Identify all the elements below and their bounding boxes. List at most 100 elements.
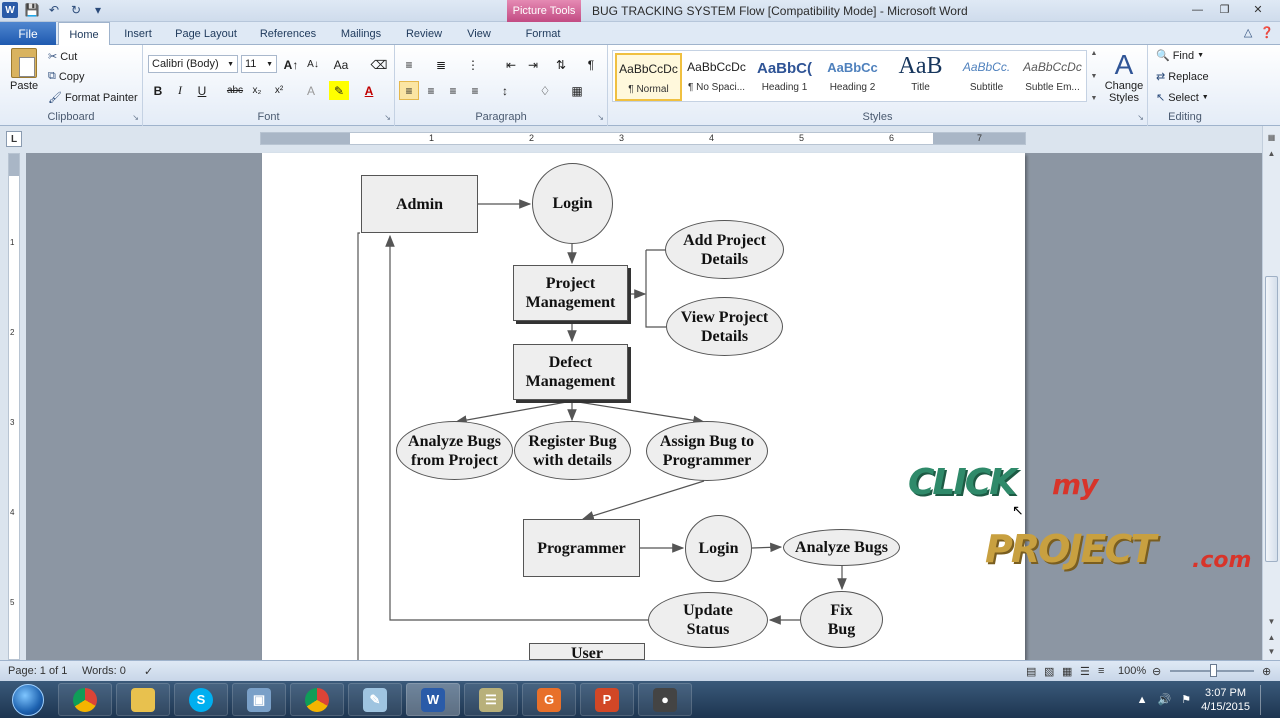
- taskbar-chrome[interactable]: [58, 683, 112, 716]
- node-add-project-details[interactable]: Add Project Details: [665, 220, 784, 279]
- dialog-launcher-icon[interactable]: ↘: [1137, 113, 1144, 122]
- format-painter-button[interactable]: 🖌 Format Painter: [48, 91, 138, 105]
- taskbar-chrome-2[interactable]: [290, 683, 344, 716]
- volume-icon[interactable]: 🔊: [1157, 693, 1171, 706]
- style-no-spacing[interactable]: AaBbCcDc ¶ No Spaci...: [683, 53, 750, 101]
- node-defect-management[interactable]: Defect Management: [513, 344, 628, 400]
- find-button[interactable]: 🔍 Find ▼: [1156, 49, 1204, 63]
- help-icon[interactable]: ❓: [1260, 26, 1274, 39]
- tab-home[interactable]: Home: [58, 22, 110, 46]
- node-view-project-details[interactable]: View Project Details: [666, 297, 783, 356]
- word-count[interactable]: Words: 0: [82, 665, 126, 677]
- cut-button[interactable]: ✂ Cut: [48, 50, 77, 64]
- previous-page-icon[interactable]: ▲: [1263, 630, 1280, 644]
- start-button[interactable]: [6, 681, 50, 718]
- style-subtitle[interactable]: AaBbCc. Subtitle: [953, 53, 1020, 101]
- italic-icon[interactable]: I: [170, 81, 190, 100]
- dialog-launcher-icon[interactable]: ↘: [132, 113, 139, 122]
- horizontal-ruler[interactable]: 1 2 3 4 5 6 7: [260, 132, 1026, 145]
- tab-mailings[interactable]: Mailings: [332, 22, 390, 45]
- node-login[interactable]: Login: [532, 163, 613, 244]
- highlight-icon[interactable]: ✎: [329, 81, 349, 100]
- style-subtle-emphasis[interactable]: AaBbCcDc Subtle Em...: [1019, 53, 1086, 101]
- full-screen-reading-icon[interactable]: ▧: [1044, 665, 1054, 678]
- select-button[interactable]: ↖ Select ▼: [1156, 91, 1209, 105]
- bold-icon[interactable]: B: [148, 81, 168, 100]
- tab-page-layout[interactable]: Page Layout: [168, 22, 244, 45]
- superscript-icon[interactable]: x²: [269, 81, 289, 100]
- node-analyze-bugs[interactable]: Analyze Bugs: [783, 529, 900, 566]
- taskbar-explorer[interactable]: [116, 683, 170, 716]
- node-admin[interactable]: Admin: [361, 175, 478, 233]
- tab-insert[interactable]: Insert: [114, 22, 162, 45]
- taskbar-app[interactable]: ☰: [464, 683, 518, 716]
- subscript-icon[interactable]: x₂: [247, 81, 267, 100]
- ruler-toggle-icon[interactable]: ▦: [1263, 130, 1280, 144]
- tab-review[interactable]: Review: [398, 22, 450, 45]
- style-heading-1[interactable]: AaBbC( Heading 1: [751, 53, 818, 101]
- copy-button[interactable]: ⧉ Copy: [48, 70, 85, 83]
- vertical-ruler[interactable]: 1 2 3 4 5: [8, 153, 20, 660]
- numbering-icon[interactable]: ≣: [431, 55, 451, 74]
- underline-icon[interactable]: U: [192, 81, 212, 100]
- close-button[interactable]: ✕: [1238, 0, 1278, 19]
- node-user[interactable]: User: [529, 643, 645, 660]
- zoom-in-icon[interactable]: ⊕: [1262, 665, 1271, 678]
- justify-icon[interactable]: ≡: [465, 81, 485, 100]
- increase-indent-icon[interactable]: ⇥: [523, 55, 543, 74]
- tab-format[interactable]: Format: [516, 22, 570, 45]
- change-styles-button[interactable]: A Change Styles: [1103, 50, 1145, 105]
- minimize-ribbon-icon[interactable]: △: [1244, 26, 1252, 39]
- tab-references[interactable]: References: [252, 22, 324, 45]
- node-update-status[interactable]: Update Status: [648, 592, 768, 648]
- show-formatting-icon[interactable]: ¶: [581, 55, 601, 74]
- grow-font-icon[interactable]: A↑: [281, 55, 301, 74]
- tab-file[interactable]: File: [0, 22, 56, 45]
- draft-icon[interactable]: ≡: [1098, 665, 1104, 677]
- node-login-programmer[interactable]: Login: [685, 515, 752, 582]
- tab-selector[interactable]: L: [6, 131, 22, 147]
- font-color-icon[interactable]: A: [359, 81, 379, 100]
- word-logo-icon[interactable]: W: [2, 2, 18, 18]
- node-register-bug[interactable]: Register Bug with details: [514, 421, 631, 480]
- multilevel-list-icon[interactable]: ⋮: [463, 55, 483, 74]
- style-title[interactable]: AaB Title: [887, 53, 954, 101]
- shading-icon[interactable]: ♢: [535, 81, 555, 100]
- align-center-icon[interactable]: ≡: [421, 81, 441, 100]
- scroll-down-icon[interactable]: ▼: [1263, 614, 1280, 628]
- minimize-button[interactable]: —: [1184, 0, 1211, 19]
- more-styles-icon[interactable]: ▼: [1091, 95, 1098, 102]
- vertical-scrollbar[interactable]: ▦ ▲ ▼ ▲ ▼: [1262, 126, 1280, 660]
- dialog-launcher-icon[interactable]: ↘: [384, 113, 391, 122]
- customize-qat-icon[interactable]: ▾: [90, 2, 106, 18]
- zoom-slider-thumb[interactable]: [1210, 664, 1217, 677]
- change-case-icon[interactable]: Aa: [331, 55, 351, 74]
- style-heading-2[interactable]: AaBbCc Heading 2: [819, 53, 886, 101]
- node-analyze-bugs-from-project[interactable]: Analyze Bugs from Project: [396, 421, 513, 480]
- scroll-down-icon[interactable]: ▼: [1091, 73, 1098, 80]
- taskbar-virtualbox[interactable]: ▣: [232, 683, 286, 716]
- replace-button[interactable]: ⇄ Replace: [1156, 70, 1209, 84]
- taskbar-skype[interactable]: S: [174, 683, 228, 716]
- next-page-icon[interactable]: ▼: [1263, 644, 1280, 658]
- node-project-management[interactable]: Project Management: [513, 265, 628, 321]
- flag-icon[interactable]: ⚑: [1181, 693, 1191, 706]
- scroll-up-icon[interactable]: ▲: [1263, 146, 1280, 160]
- bullets-icon[interactable]: ≡: [399, 55, 419, 74]
- web-layout-icon[interactable]: ▦: [1062, 665, 1072, 678]
- taskbar-recorder[interactable]: ●: [638, 683, 692, 716]
- clock[interactable]: 3:07 PM 4/15/2015: [1201, 686, 1250, 714]
- font-name-combo[interactable]: Calibri (Body) ▼: [148, 55, 238, 73]
- zoom-out-icon[interactable]: ⊖: [1152, 665, 1161, 678]
- tab-view[interactable]: View: [458, 22, 500, 45]
- scroll-thumb[interactable]: [1265, 276, 1278, 562]
- clear-formatting-icon[interactable]: ⌫: [369, 55, 389, 74]
- taskbar-powerpoint[interactable]: P: [580, 683, 634, 716]
- outline-icon[interactable]: ☰: [1080, 665, 1090, 678]
- shrink-font-icon[interactable]: A↓: [303, 55, 323, 74]
- font-size-combo[interactable]: 11 ▼: [241, 55, 277, 73]
- dialog-launcher-icon[interactable]: ↘: [597, 113, 604, 122]
- undo-icon[interactable]: ↶: [46, 2, 62, 18]
- proofing-icon[interactable]: ✓: [144, 665, 153, 678]
- taskbar-notepad[interactable]: ✎: [348, 683, 402, 716]
